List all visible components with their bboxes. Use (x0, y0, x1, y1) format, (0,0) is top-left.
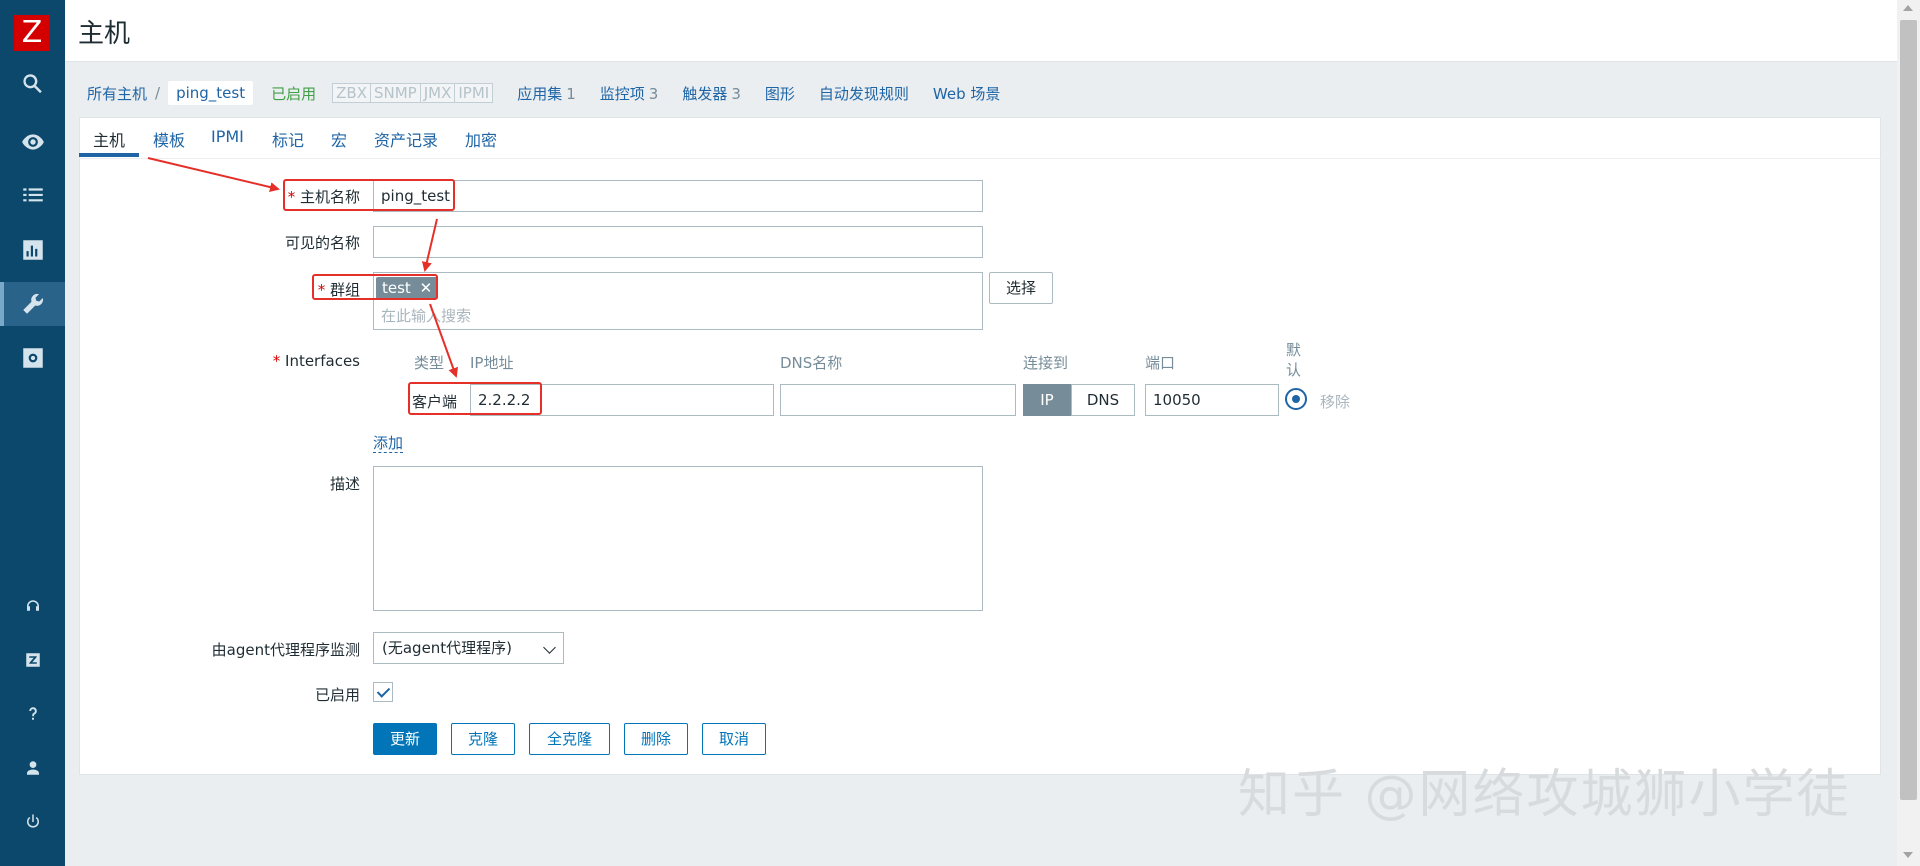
description-label: 描述 (329, 475, 360, 493)
tab-macros[interactable]: 宏 (331, 127, 347, 151)
groups-search-placeholder[interactable]: 在此输入搜索 (381, 305, 471, 326)
headset-icon[interactable] (0, 585, 65, 629)
tab-tags[interactable]: 标记 (272, 127, 304, 151)
breadcrumb-separator: / (155, 84, 161, 102)
eye-icon[interactable] (0, 120, 65, 164)
link-applications[interactable]: 应用集 1 (517, 83, 576, 104)
select-groups-button[interactable]: 选择 (989, 272, 1053, 304)
badge-ipmi: IPMI (455, 83, 494, 103)
default-interface-radio[interactable] (1285, 388, 1307, 410)
power-icon[interactable] (0, 800, 65, 844)
col-dns: DNS名称 (780, 354, 843, 372)
link-triggers[interactable]: 触发器 3 (682, 83, 741, 104)
col-port: 端口 (1145, 354, 1176, 372)
connect-dns-toggle[interactable]: DNS (1071, 384, 1135, 416)
user-icon[interactable] (0, 746, 65, 790)
col-connect: 连接到 (1023, 354, 1069, 372)
help-icon[interactable] (0, 692, 65, 736)
tab-templates[interactable]: 模板 (153, 127, 185, 151)
remove-interface-link[interactable]: 移除 (1320, 391, 1350, 412)
host-form-panel (79, 117, 1881, 775)
scroll-up-arrow-icon[interactable] (1903, 5, 1913, 11)
visible-name-input[interactable] (373, 226, 983, 258)
proxy-label: 由agent代理程序监测 (211, 641, 360, 659)
badge-zbx: ZBX (332, 83, 371, 103)
tab-host[interactable]: 主机 (93, 127, 125, 151)
tab-encryption[interactable]: 加密 (465, 127, 497, 151)
sidebar: Z (0, 0, 65, 866)
link-web-scenarios[interactable]: Web 场景 (933, 83, 1000, 104)
host-status[interactable]: 已启用 (271, 83, 316, 104)
interface-port-input[interactable]: 10050 (1145, 384, 1279, 416)
chevron-down-icon (543, 641, 556, 654)
tab-ipmi[interactable]: IPMI (211, 127, 244, 146)
highlight-host-name (283, 179, 455, 211)
breadcrumb-current-host[interactable]: ping_test (168, 81, 254, 105)
zabbix-logo[interactable]: Z (14, 15, 50, 51)
scrollbar-thumb[interactable] (1900, 20, 1917, 800)
interfaces-label: * Interfaces (272, 352, 360, 370)
enabled-checkbox[interactable] (373, 682, 393, 702)
connect-ip-toggle[interactable]: IP (1023, 384, 1071, 416)
col-type: 类型 (414, 354, 445, 372)
col-ip: IP地址 (470, 354, 514, 372)
proxy-select[interactable]: (无agent代理程序) (373, 632, 564, 664)
add-interface-link[interactable]: 添加 (373, 432, 404, 453)
link-items[interactable]: 监控项 3 (600, 83, 659, 104)
col-default: 默认 (1286, 341, 1302, 379)
link-graphs[interactable]: 图形 (765, 83, 795, 104)
visible-name-label: 可见的名称 (284, 234, 360, 252)
wrench-icon[interactable] (0, 282, 65, 326)
badge-jmx: JMX (420, 83, 456, 103)
search-icon[interactable] (0, 62, 65, 106)
tab-inventory[interactable]: 资产记录 (374, 127, 438, 151)
highlight-interface (408, 382, 542, 415)
page-header: 主机 (65, 0, 1897, 62)
breadcrumb-all-hosts[interactable]: 所有主机 (87, 83, 147, 104)
zabbix-icon[interactable] (0, 638, 65, 682)
delete-button[interactable]: 删除 (624, 723, 688, 755)
full-clone-button[interactable]: 全克隆 (529, 723, 610, 755)
breadcrumb: 所有主机 / ping_test 已启用 ZBX SNMP JMX IPMI 应… (87, 80, 1000, 106)
scroll-down-arrow-icon[interactable] (1903, 852, 1913, 858)
interface-dns-input[interactable] (780, 384, 1016, 416)
enabled-label: 已启用 (314, 686, 360, 704)
list-icon[interactable] (0, 174, 65, 218)
host-name-input[interactable]: ping_test (373, 180, 983, 212)
form-tabs (79, 117, 1881, 159)
active-tab-indicator (79, 153, 139, 157)
description-textarea[interactable] (373, 466, 983, 611)
update-button[interactable]: 更新 (373, 723, 437, 755)
link-discovery-rules[interactable]: 自动发现规则 (819, 83, 909, 104)
chart-icon[interactable] (0, 228, 65, 272)
watermark: 知乎 @网络攻城狮小学徒 (1238, 765, 1851, 825)
page-title: 主机 (78, 19, 131, 49)
availability-badges: ZBX SNMP JMX IPMI (332, 83, 494, 103)
badge-snmp: SNMP (370, 83, 421, 103)
clone-button[interactable]: 克隆 (451, 723, 515, 755)
gear-icon[interactable] (0, 336, 65, 380)
highlight-groups (312, 274, 438, 300)
cancel-button[interactable]: 取消 (702, 723, 766, 755)
